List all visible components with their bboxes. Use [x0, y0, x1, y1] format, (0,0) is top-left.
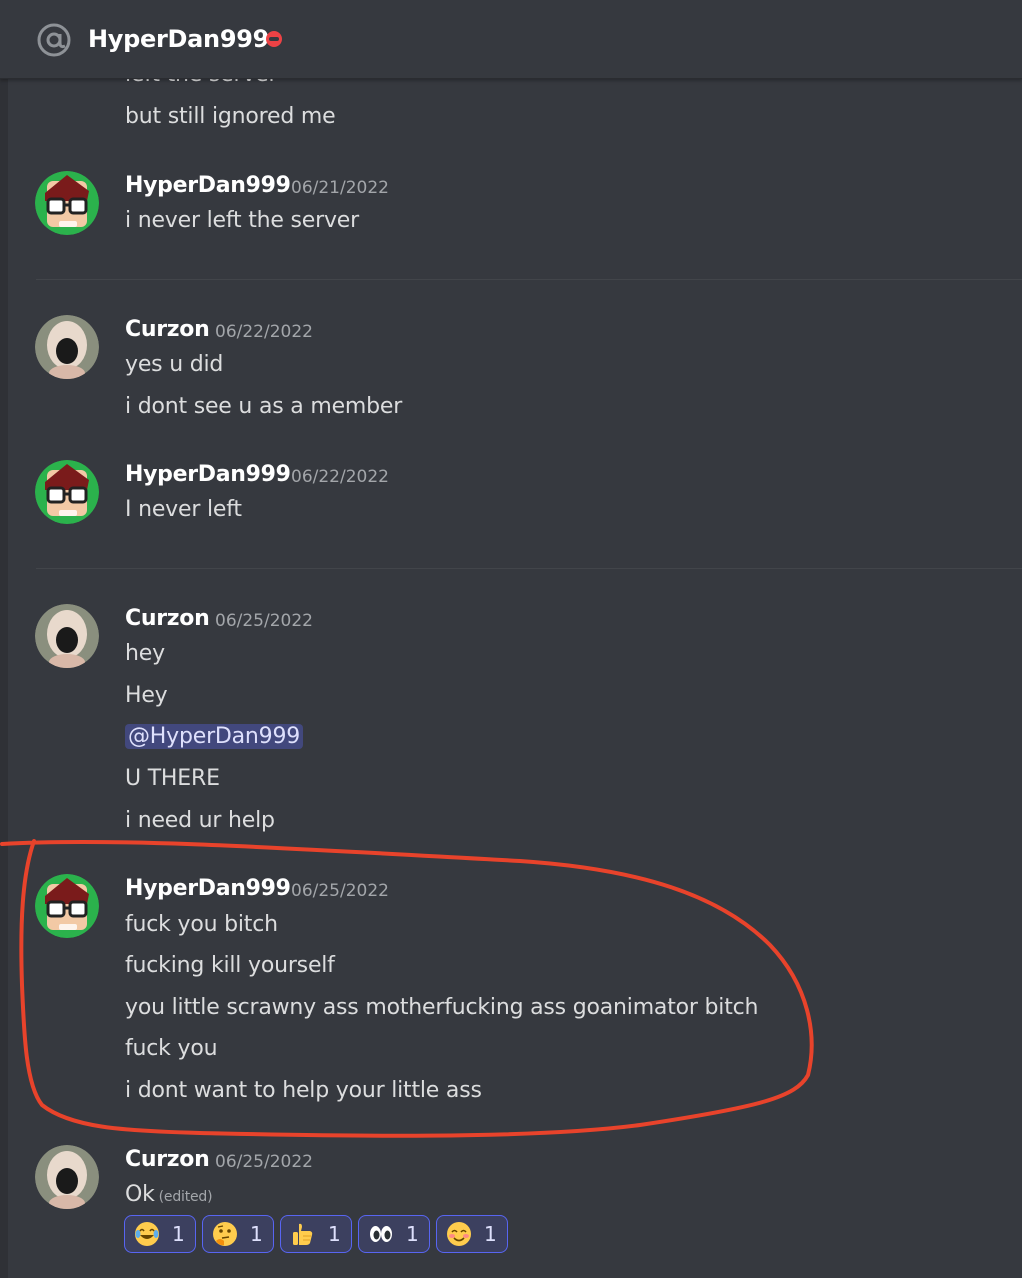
message-timestamp: 06/21/2022 — [291, 178, 389, 198]
avatar-hyperdan999[interactable] — [35, 874, 99, 938]
hyperdan-avatar-icon — [35, 460, 99, 524]
channel-header: HyperDan999 — [0, 0, 1022, 79]
message-timestamp: 06/22/2022 — [291, 467, 389, 487]
message-line: Hey — [125, 683, 168, 708]
reaction-joy[interactable]: 1 — [124, 1215, 196, 1253]
message-line: i dont see u as a member — [125, 394, 403, 419]
message-line: Ok (edited) — [125, 1180, 213, 1212]
reaction-count: 1 — [250, 1222, 263, 1246]
reaction-blush[interactable]: 1 — [436, 1215, 508, 1253]
avatar-hyperdan999[interactable] — [35, 460, 99, 524]
message-author[interactable]: HyperDan999 — [125, 460, 291, 490]
message-divider — [36, 279, 1022, 280]
at-sign-icon — [37, 23, 71, 57]
message-timestamp: 06/25/2022 — [215, 611, 313, 631]
hyperdan-avatar-icon — [35, 874, 99, 938]
message-divider — [36, 568, 1022, 569]
avatar-curzon[interactable] — [35, 315, 99, 379]
message-timestamp: 06/22/2022 — [215, 322, 313, 342]
message-text: Ok — [125, 1182, 155, 1207]
edited-label: (edited) — [158, 1189, 213, 1205]
message-timestamp: 06/25/2022 — [215, 1152, 313, 1172]
avatar-curzon[interactable] — [35, 604, 99, 668]
reaction-eyes[interactable]: 1 — [358, 1215, 430, 1253]
reaction-count: 1 — [484, 1222, 497, 1246]
joy-emoji-icon — [135, 1222, 159, 1246]
eyes-emoji-icon — [370, 1226, 392, 1242]
curzon-avatar-icon — [35, 604, 99, 668]
reaction-count: 1 — [328, 1222, 341, 1246]
message-author[interactable]: Curzon — [125, 1145, 210, 1175]
message-author[interactable]: HyperDan999 — [125, 171, 291, 201]
avatar-curzon[interactable] — [35, 1145, 99, 1209]
thinking-emoji-icon — [213, 1222, 237, 1246]
message-line: hey — [125, 641, 165, 666]
curzon-avatar-icon — [35, 1145, 99, 1209]
left-edge-strip — [0, 0, 8, 1278]
thumbs-up-emoji-icon — [293, 1223, 313, 1245]
message-line: you little scrawny ass motherfucking ass… — [125, 995, 759, 1020]
dnd-status-icon — [266, 31, 282, 47]
reaction-thinking[interactable]: 1 — [202, 1215, 274, 1253]
message-line: but still ignored me — [125, 104, 336, 129]
message-line: U THERE — [125, 766, 220, 791]
message-line: i dont want to help your little ass — [125, 1078, 482, 1103]
reaction-count: 1 — [172, 1222, 185, 1246]
message-line: I never left — [125, 497, 242, 522]
avatar-hyperdan999[interactable] — [35, 171, 99, 235]
message-line: i never left the server — [125, 208, 359, 233]
message-line: yes u did — [125, 352, 224, 377]
blush-emoji-icon — [447, 1222, 471, 1246]
hyperdan-avatar-icon — [35, 171, 99, 235]
message-line: fuck you bitch — [125, 912, 278, 937]
curzon-avatar-icon — [35, 315, 99, 379]
message-line: i need ur help — [125, 808, 275, 833]
message-timestamp: 06/25/2022 — [291, 881, 389, 901]
message-author[interactable]: Curzon — [125, 315, 210, 345]
dm-recipient-name[interactable]: HyperDan999 — [88, 22, 269, 56]
user-mention[interactable]: @HyperDan999 — [125, 724, 304, 749]
message-line: fucking kill yourself — [125, 953, 335, 978]
message-line: @HyperDan999 — [125, 722, 304, 752]
message-author[interactable]: Curzon — [125, 604, 210, 634]
reaction-bar: 1 1 1 1 1 — [124, 1215, 508, 1253]
message-line: fuck you — [125, 1036, 218, 1061]
reaction-count: 1 — [406, 1222, 419, 1246]
message-author[interactable]: HyperDan999 — [125, 874, 291, 904]
reaction-thumbs-up[interactable]: 1 — [280, 1215, 352, 1253]
